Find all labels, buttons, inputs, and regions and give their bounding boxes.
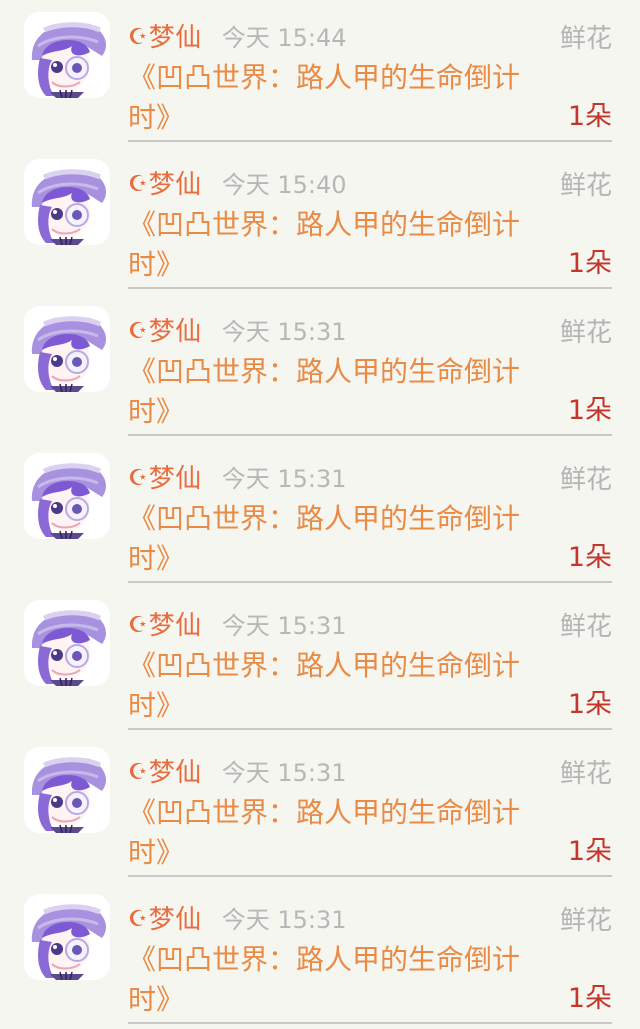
divider <box>128 728 612 730</box>
divider <box>128 287 612 289</box>
crescent-moon-icon: ☪ <box>128 907 148 932</box>
anime-avatar-icon <box>24 12 110 98</box>
crescent-moon-icon: ☪ <box>128 319 148 344</box>
name-row: ☪ 梦仙 今天 15:40 <box>128 165 347 205</box>
name-row: ☪ 梦仙 今天 15:31 <box>128 312 347 352</box>
list-item[interactable]: ☪ 梦仙 今天 15:31 鲜花 《凹凸世界：路人甲的生命倒计时》 1朵 <box>0 441 640 588</box>
book-title-link[interactable]: 《凹凸世界：路人甲的生命倒计时》 <box>128 499 558 579</box>
anime-avatar-icon <box>24 894 110 980</box>
divider <box>128 875 612 877</box>
gift-type-label: 鲜花 <box>559 318 612 348</box>
crescent-moon-icon: ☪ <box>128 25 148 50</box>
list-item[interactable]: ☪ 梦仙 今天 15:40 鲜花 《凹凸世界：路人甲的生命倒计时》 1朵 <box>0 147 640 294</box>
book-title-link[interactable]: 《凹凸世界：路人甲的生命倒计时》 <box>128 58 558 138</box>
timestamp: 今天 15:31 <box>221 612 347 640</box>
crescent-moon-icon: ☪ <box>128 172 148 197</box>
list-item[interactable]: ☪ 梦仙 今天 15:31 鲜花 《凹凸世界：路人甲的生命倒计时》 1朵 <box>0 735 640 882</box>
gift-record-list: ☪ 梦仙 今天 15:44 鲜花 《凹凸世界：路人甲的生命倒计时》 1朵 ☪ 梦… <box>0 0 640 1024</box>
sender-name[interactable]: 梦仙 <box>149 760 202 786</box>
book-title-link[interactable]: 《凹凸世界：路人甲的生命倒计时》 <box>128 940 558 1020</box>
sender-name[interactable]: 梦仙 <box>149 25 202 51</box>
sender-name[interactable]: 梦仙 <box>149 466 202 492</box>
gift-type-label: 鲜花 <box>559 171 612 201</box>
gift-type-label: 鲜花 <box>559 906 612 936</box>
list-item[interactable]: ☪ 梦仙 今天 15:31 鲜花 《凹凸世界：路人甲的生命倒计时》 1朵 <box>0 882 640 1029</box>
name-row: ☪ 梦仙 今天 15:31 <box>128 900 347 940</box>
name-row: ☪ 梦仙 今天 15:31 <box>128 459 347 499</box>
gift-type-label: 鲜花 <box>559 759 612 789</box>
gift-count: 1朵 <box>567 542 612 573</box>
timestamp: 今天 15:31 <box>221 318 347 346</box>
name-row: ☪ 梦仙 今天 15:31 <box>128 753 347 793</box>
gift-count: 1朵 <box>567 689 612 720</box>
name-row: ☪ 梦仙 今天 15:31 <box>128 606 347 646</box>
avatar[interactable] <box>24 453 110 539</box>
gift-count: 1朵 <box>567 101 612 132</box>
anime-avatar-icon <box>24 306 110 392</box>
list-item[interactable]: ☪ 梦仙 今天 15:44 鲜花 《凹凸世界：路人甲的生命倒计时》 1朵 <box>0 0 640 147</box>
sender-name[interactable]: 梦仙 <box>149 613 202 639</box>
book-title-link[interactable]: 《凹凸世界：路人甲的生命倒计时》 <box>128 205 558 285</box>
gift-type-label: 鲜花 <box>559 465 612 495</box>
avatar[interactable] <box>24 747 110 833</box>
anime-avatar-icon <box>24 159 110 245</box>
sender-name[interactable]: 梦仙 <box>149 172 202 198</box>
gift-type-label: 鲜花 <box>559 24 612 54</box>
sender-name[interactable]: 梦仙 <box>149 319 202 345</box>
timestamp: 今天 15:40 <box>221 171 347 199</box>
book-title-link[interactable]: 《凹凸世界：路人甲的生命倒计时》 <box>128 646 558 726</box>
timestamp: 今天 15:31 <box>221 906 347 934</box>
sender-name[interactable]: 梦仙 <box>149 907 202 933</box>
gift-type-label: 鲜花 <box>559 612 612 642</box>
divider <box>128 434 612 436</box>
gift-count: 1朵 <box>567 248 612 279</box>
name-row: ☪ 梦仙 今天 15:44 <box>128 18 347 58</box>
book-title-link[interactable]: 《凹凸世界：路人甲的生命倒计时》 <box>128 793 558 873</box>
anime-avatar-icon <box>24 600 110 686</box>
crescent-moon-icon: ☪ <box>128 760 148 785</box>
timestamp: 今天 15:44 <box>221 24 347 52</box>
gift-count: 1朵 <box>567 836 612 867</box>
gift-count: 1朵 <box>567 395 612 426</box>
gift-count: 1朵 <box>567 983 612 1014</box>
anime-avatar-icon <box>24 747 110 833</box>
divider <box>128 581 612 583</box>
anime-avatar-icon <box>24 453 110 539</box>
book-title-link[interactable]: 《凹凸世界：路人甲的生命倒计时》 <box>128 352 558 432</box>
avatar[interactable] <box>24 894 110 980</box>
avatar[interactable] <box>24 159 110 245</box>
avatar[interactable] <box>24 600 110 686</box>
timestamp: 今天 15:31 <box>221 465 347 493</box>
crescent-moon-icon: ☪ <box>128 466 148 491</box>
list-item[interactable]: ☪ 梦仙 今天 15:31 鲜花 《凹凸世界：路人甲的生命倒计时》 1朵 <box>0 294 640 441</box>
avatar[interactable] <box>24 306 110 392</box>
timestamp: 今天 15:31 <box>221 759 347 787</box>
divider <box>128 1022 612 1024</box>
divider <box>128 140 612 142</box>
list-item[interactable]: ☪ 梦仙 今天 15:31 鲜花 《凹凸世界：路人甲的生命倒计时》 1朵 <box>0 588 640 735</box>
crescent-moon-icon: ☪ <box>128 613 148 638</box>
avatar[interactable] <box>24 12 110 98</box>
